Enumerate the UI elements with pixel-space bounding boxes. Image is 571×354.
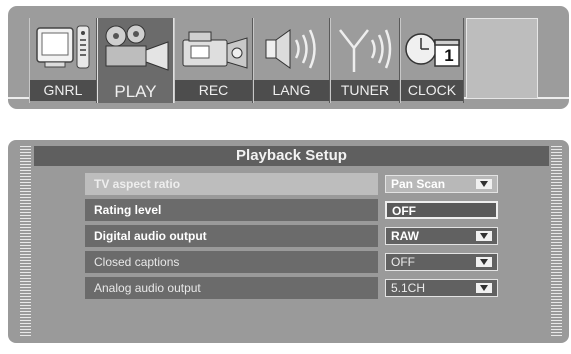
tab-label: PLAY (98, 80, 173, 103)
tab-label: REC (175, 80, 252, 101)
setting-value: 5.1CH (391, 281, 426, 295)
dropdown-arrow-icon[interactable] (476, 257, 492, 267)
tab-row: GNRL PLAY REC LANG TUNER 1 CLOCK (29, 18, 538, 103)
tv-remote-icon (30, 22, 96, 78)
tab-label: CLOCK (401, 80, 463, 101)
setting-label: Analog audio output (85, 277, 378, 299)
aspect-ratio-select[interactable]: Pan Scan (385, 175, 498, 193)
setting-label: Digital audio output (85, 225, 378, 247)
setting-value: OFF (392, 204, 416, 218)
camcorder-icon (175, 22, 252, 78)
rating-level-select[interactable]: OFF (385, 201, 498, 219)
setting-value: Pan Scan (391, 177, 446, 191)
dropdown-arrow-icon[interactable] (476, 283, 492, 293)
setting-label: Rating level (85, 199, 378, 221)
panel-title: Playback Setup (34, 146, 549, 166)
setting-row-closed-captions[interactable]: Closed captions OFF (85, 251, 498, 273)
analog-audio-select[interactable]: 5.1CH (385, 279, 498, 297)
dropdown-arrow-icon[interactable] (476, 231, 492, 241)
tab-label: GNRL (30, 80, 96, 101)
tab-clock[interactable]: 1 CLOCK (400, 18, 464, 103)
setting-value: OFF (391, 255, 415, 269)
left-grill-decoration (20, 146, 31, 336)
dropdown-arrow-icon[interactable] (476, 179, 492, 189)
playback-setup-panel: Playback Setup TV aspect ratio Pan Scan … (8, 140, 569, 343)
setting-label: Closed captions (85, 251, 378, 273)
setting-row-rating-level[interactable]: Rating level OFF (85, 199, 498, 221)
setting-row-analog-audio-output[interactable]: Analog audio output 5.1CH (85, 277, 498, 299)
film-projector-icon (98, 22, 173, 78)
antenna-icon (331, 22, 399, 78)
right-grill-decoration (551, 146, 562, 336)
empty-tab-slot (466, 18, 538, 99)
closed-captions-select[interactable]: OFF (385, 253, 498, 271)
calendar-day-number: 1 (444, 46, 454, 65)
tab-tuner[interactable]: TUNER (330, 18, 400, 103)
tab-play[interactable]: PLAY (97, 18, 174, 103)
setting-value: RAW (391, 229, 419, 243)
tab-label: LANG (254, 80, 329, 101)
settings-list: TV aspect ratio Pan Scan Rating level OF… (85, 173, 498, 303)
clock-calendar-icon: 1 (401, 22, 463, 78)
setting-label: TV aspect ratio (85, 173, 378, 195)
setup-tab-bar: GNRL PLAY REC LANG TUNER 1 CLOCK (8, 6, 569, 109)
tab-rec[interactable]: REC (174, 18, 253, 103)
tab-lang[interactable]: LANG (253, 18, 330, 103)
setting-row-digital-audio-output[interactable]: Digital audio output RAW (85, 225, 498, 247)
digital-audio-select[interactable]: RAW (385, 227, 498, 245)
speaker-icon (254, 22, 329, 78)
tab-gnrl[interactable]: GNRL (29, 18, 97, 103)
tab-label: TUNER (331, 80, 399, 101)
setting-row-tv-aspect-ratio[interactable]: TV aspect ratio Pan Scan (85, 173, 498, 195)
